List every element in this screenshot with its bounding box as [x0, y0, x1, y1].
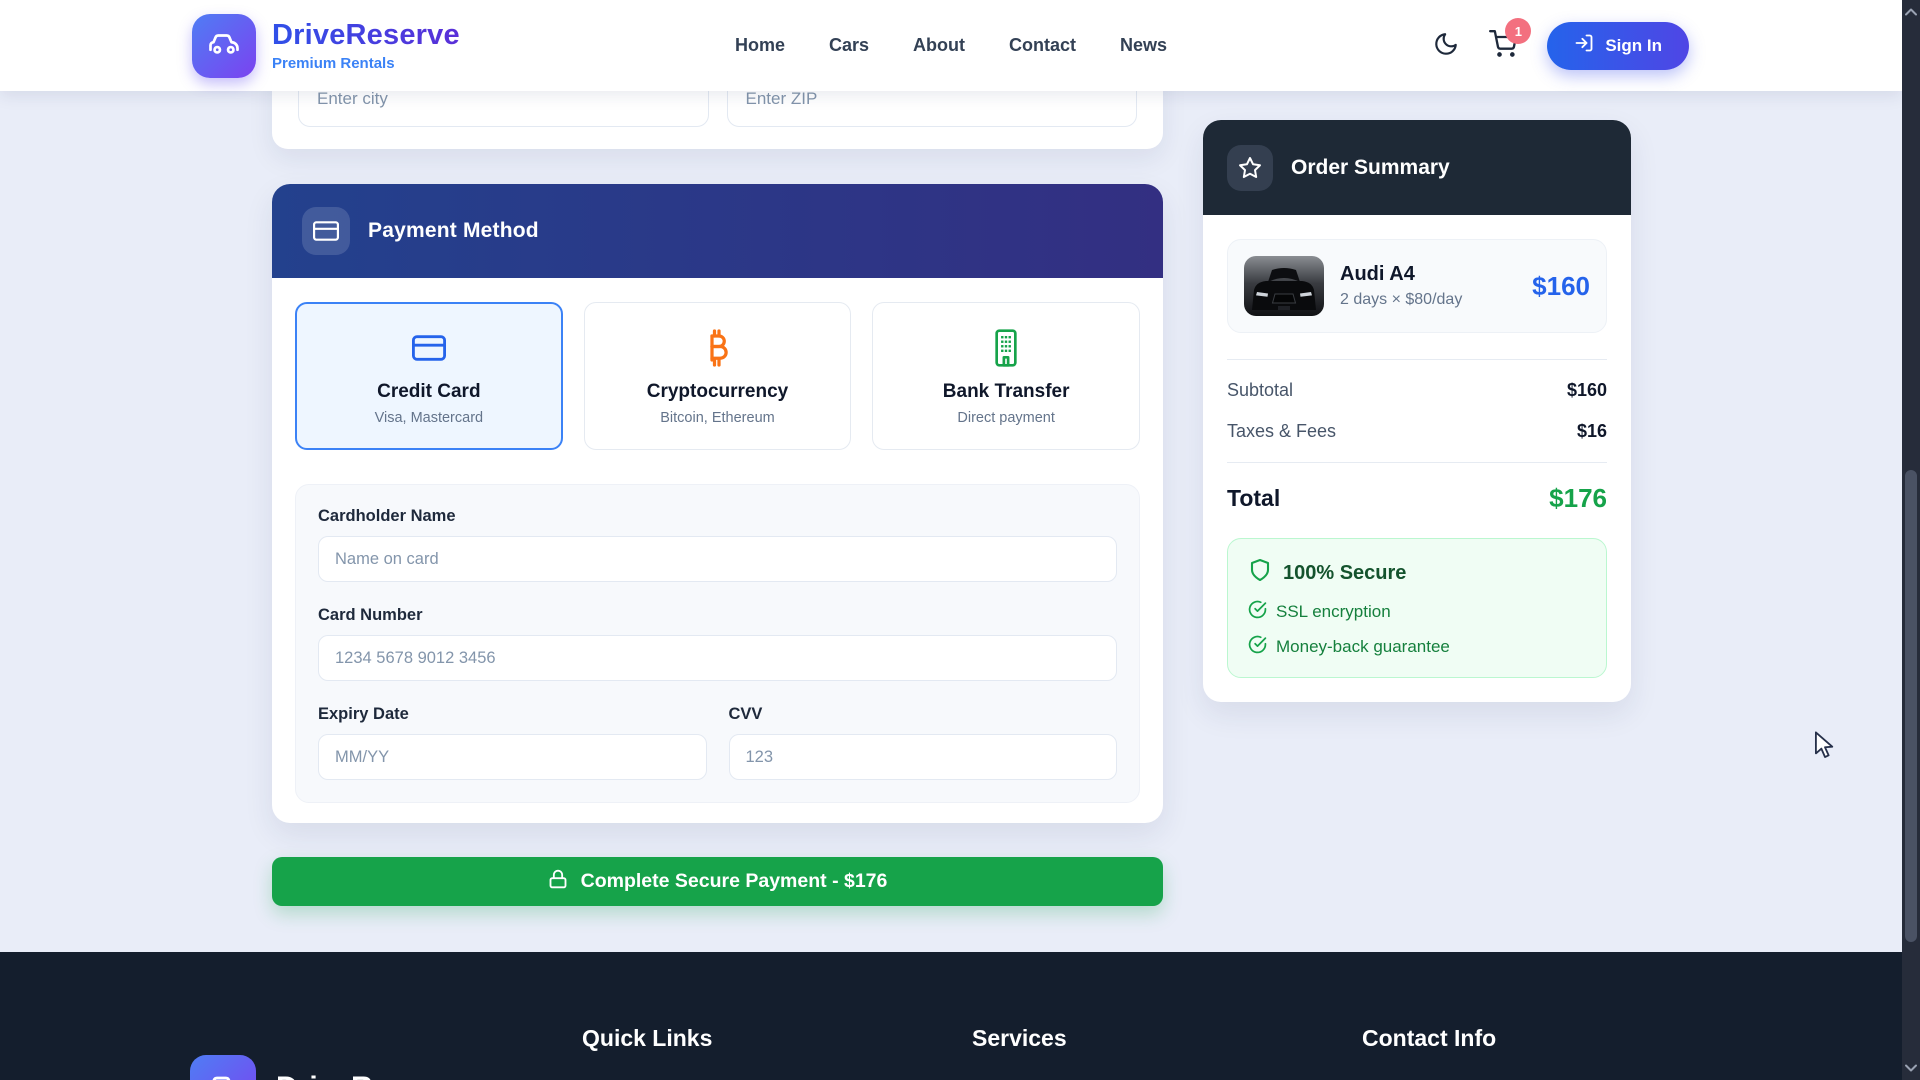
divider — [1227, 359, 1607, 360]
secure-title: 100% Secure — [1283, 562, 1406, 585]
check-circle-icon — [1248, 600, 1267, 624]
order-item: Audi A4 2 days × $80/day $160 — [1227, 239, 1607, 333]
nav-item-cars[interactable]: Cars — [829, 35, 869, 56]
brand[interactable]: DriveReserve Premium Rentals — [192, 14, 460, 78]
car-icon — [206, 25, 242, 66]
nav-item-news[interactable]: News — [1120, 35, 1167, 56]
total-value: $176 — [1549, 483, 1607, 514]
order-summary-header: Order Summary — [1203, 120, 1631, 215]
complete-payment-label: Complete Secure Payment - $176 — [581, 870, 888, 893]
cvv-label: CVV — [729, 705, 1118, 724]
footer-heading-quick-links: Quick Links — [582, 1002, 972, 1080]
card-number-input[interactable] — [318, 635, 1117, 681]
subtotal-row: Subtotal $160 — [1227, 380, 1607, 401]
taxes-row: Taxes & Fees $16 — [1227, 421, 1607, 442]
taxes-value: $16 — [1577, 421, 1607, 442]
brand-tagline: Premium Rentals — [272, 55, 460, 72]
footer-brand-name: DriveReserve — [276, 1071, 468, 1080]
secure-item-moneyback: Money-back guarantee — [1248, 635, 1586, 659]
bitcoin-icon — [702, 327, 732, 369]
nav-item-home[interactable]: Home — [735, 35, 785, 56]
total-label: Total — [1227, 485, 1280, 512]
complete-payment-button[interactable]: Complete Secure Payment - $176 — [272, 857, 1163, 906]
divider — [1227, 462, 1607, 463]
credit-card-icon — [408, 327, 450, 369]
sign-in-button[interactable]: Sign In — [1547, 22, 1689, 70]
nav-item-contact[interactable]: Contact — [1009, 35, 1076, 56]
payment-method-card: Payment Method Credit Card — [272, 184, 1163, 823]
payment-option-cryptocurrency[interactable]: Cryptocurrency Bitcoin, Ethereum — [584, 302, 852, 450]
cart-button[interactable]: 1 — [1489, 30, 1517, 61]
footer-logo — [190, 1055, 256, 1080]
cvv-input[interactable] — [729, 734, 1118, 780]
card-details-panel: Cardholder Name Card Number Expiry Date — [295, 484, 1140, 803]
car-thumbnail — [1244, 256, 1324, 316]
subtotal-value: $160 — [1567, 380, 1607, 401]
order-item-name: Audi A4 — [1340, 263, 1462, 286]
scroll-down-arrow[interactable] — [1902, 1060, 1920, 1076]
shield-icon — [1248, 557, 1272, 589]
car-icon — [204, 1067, 242, 1080]
check-circle-icon — [1248, 635, 1267, 659]
cardholder-name-input[interactable] — [318, 536, 1117, 582]
brand-name: DriveReserve — [272, 19, 460, 52]
taxes-label: Taxes & Fees — [1227, 421, 1336, 442]
star-icon — [1227, 145, 1273, 191]
payment-method-title: Payment Method — [368, 219, 539, 243]
bank-building-icon — [990, 327, 1022, 369]
lock-icon — [548, 869, 568, 895]
order-item-price: $160 — [1532, 271, 1590, 302]
order-summary-title: Order Summary — [1291, 156, 1450, 180]
moon-icon — [1433, 31, 1459, 60]
order-item-details: 2 days × $80/day — [1340, 291, 1462, 309]
footer: DriveReserve Quick Links Services Contac… — [0, 952, 1920, 1080]
login-icon — [1574, 33, 1594, 58]
page: DriveReserve Premium Rentals Home Cars A… — [0, 0, 1920, 1080]
footer-brand: DriveReserve — [190, 1004, 582, 1080]
cart-count-badge: 1 — [1505, 18, 1531, 44]
credit-card-icon — [302, 207, 350, 255]
cardholder-name-label: Cardholder Name — [318, 507, 1117, 526]
footer-heading-services: Services — [972, 1002, 1362, 1080]
total-row: Total $176 — [1227, 483, 1607, 514]
scrollbar-thumb[interactable] — [1905, 470, 1917, 942]
payment-option-bank-transfer[interactable]: Bank Transfer Direct payment — [872, 302, 1140, 450]
order-summary-column: Order Summary — [1203, 91, 1631, 702]
order-summary-card: Order Summary — [1203, 120, 1631, 702]
payment-options: Credit Card Visa, Mastercard — [295, 302, 1140, 450]
footer-heading-contact-info: Contact Info — [1362, 1002, 1752, 1080]
card-number-label: Card Number — [318, 606, 1117, 625]
secure-item-ssl: SSL encryption — [1248, 600, 1586, 624]
nav-item-about[interactable]: About — [913, 35, 965, 56]
navbar-actions: 1 Sign In — [1433, 22, 1689, 70]
navbar: DriveReserve Premium Rentals Home Cars A… — [0, 0, 1902, 91]
payment-option-credit-card[interactable]: Credit Card Visa, Mastercard — [295, 302, 563, 450]
scrollbar — [1902, 0, 1920, 1080]
expiry-date-label: Expiry Date — [318, 705, 707, 724]
checkout-column: Payment Method Credit Card — [272, 91, 1163, 906]
sign-in-label: Sign In — [1605, 36, 1662, 56]
secure-guarantee-box: 100% Secure SSL encryption — [1227, 538, 1607, 678]
brand-logo — [192, 14, 256, 78]
scroll-up-arrow[interactable] — [1902, 4, 1920, 20]
main-nav: Home Cars About Contact News — [735, 35, 1167, 56]
payment-method-header: Payment Method — [272, 184, 1163, 278]
expiry-date-input[interactable] — [318, 734, 707, 780]
subtotal-label: Subtotal — [1227, 380, 1293, 401]
theme-toggle-button[interactable] — [1433, 31, 1459, 60]
